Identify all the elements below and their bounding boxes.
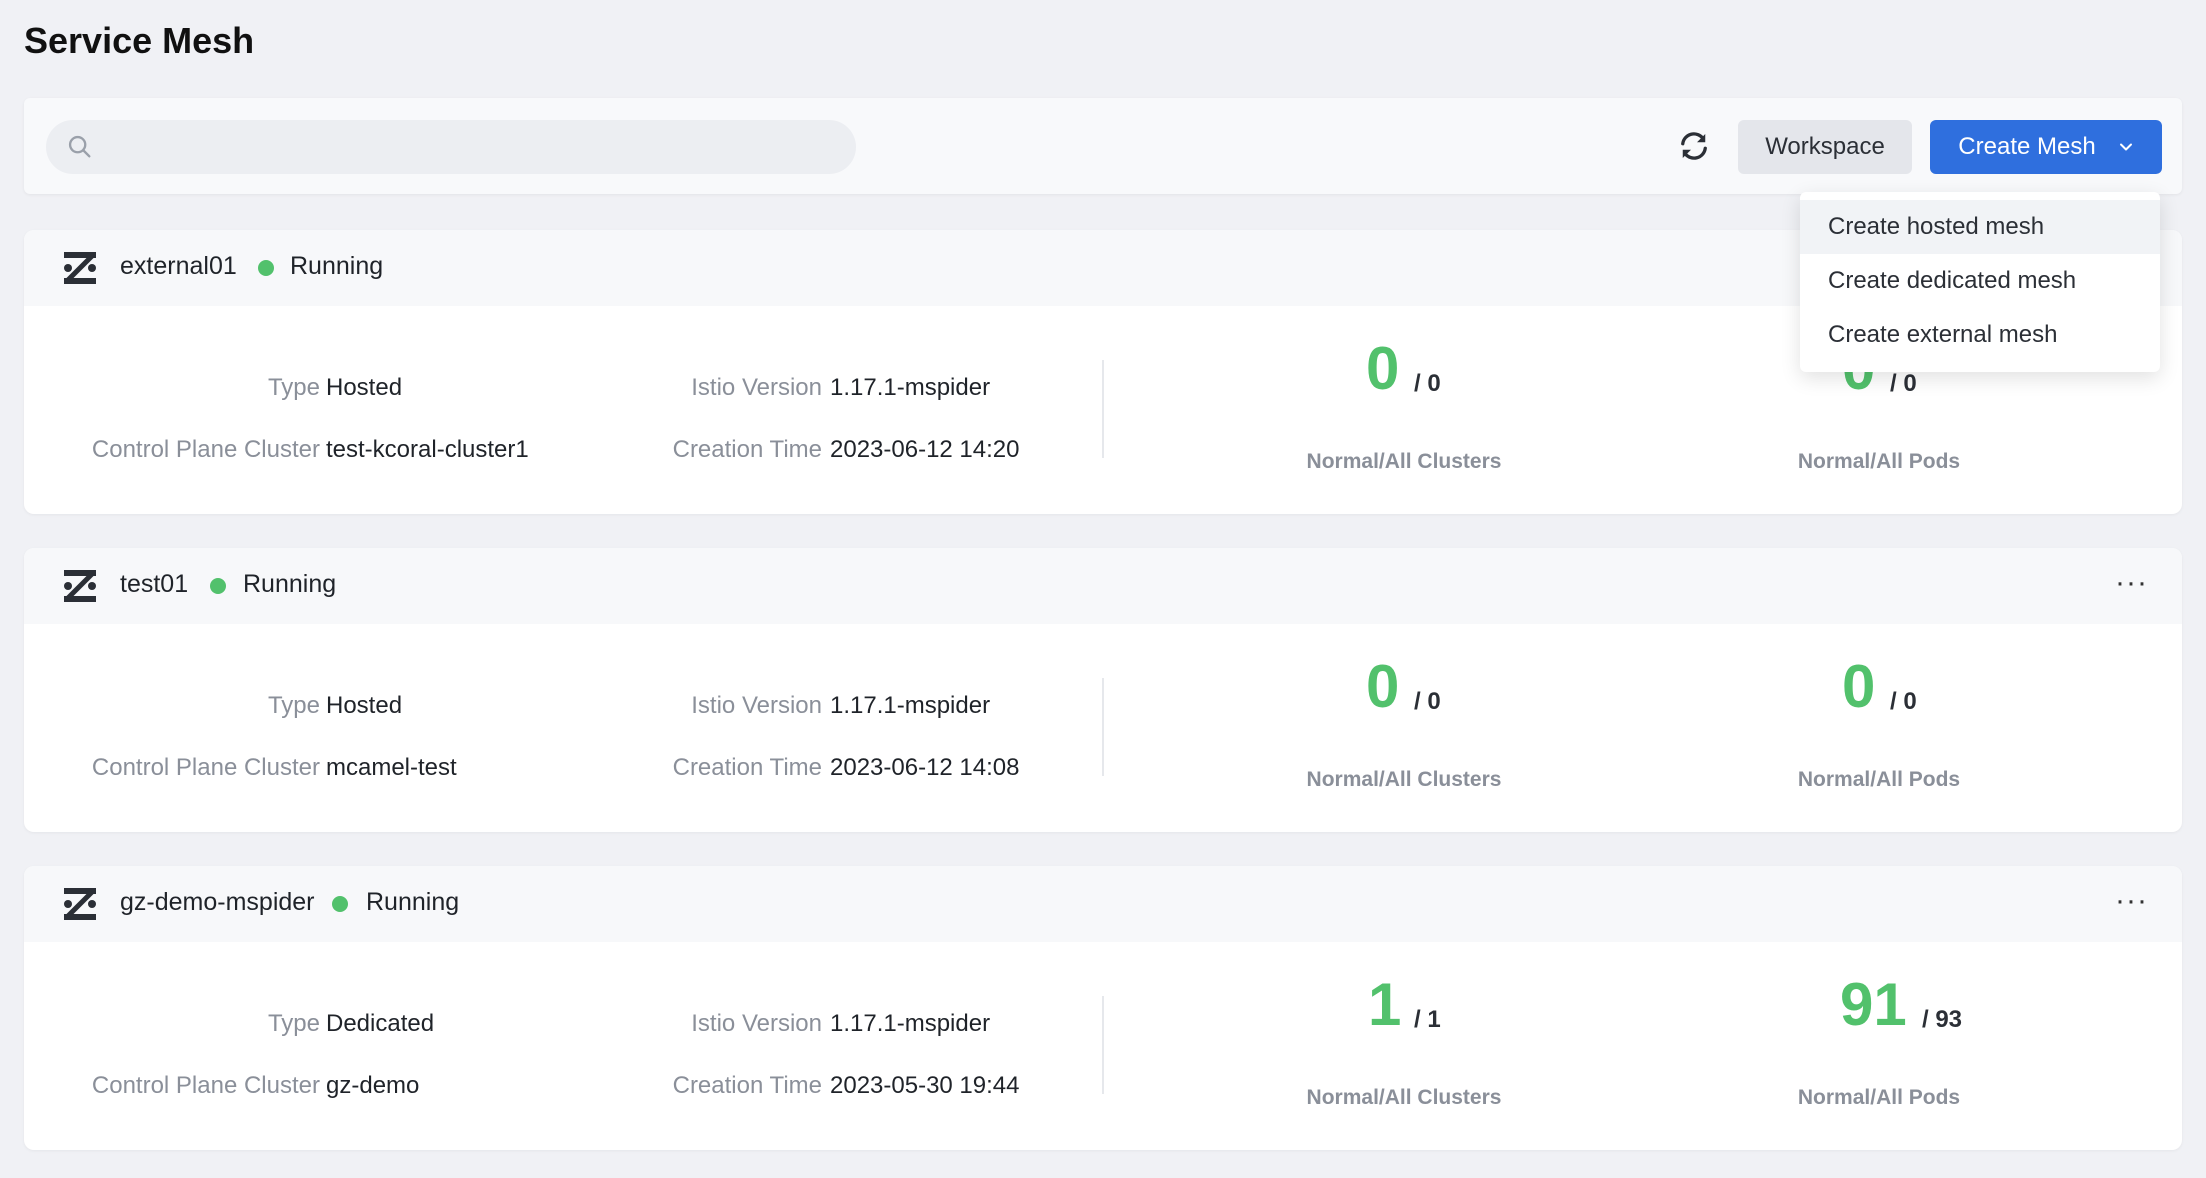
status-text: Running — [366, 888, 460, 916]
mesh-name[interactable]: external01 — [120, 252, 237, 281]
pods-all-count: / 0 — [1890, 688, 1917, 715]
mesh-icon — [64, 252, 96, 284]
creation-time-label: Creation Time — [672, 436, 822, 463]
status-dot — [210, 578, 226, 594]
clusters-all-count: / 0 — [1414, 688, 1441, 715]
type-value: Dedicated — [326, 1010, 435, 1037]
divider — [1102, 996, 1104, 1094]
istio-version-value: 1.17.1-mspider — [830, 1010, 991, 1037]
mesh-icon — [64, 888, 96, 920]
clusters-stat-label: Normal/All Clusters — [1306, 768, 1502, 791]
istio-version-label: Istio Version — [691, 692, 822, 719]
mesh-card[interactable]: test01 Running ··· Type Hosted Control P… — [24, 548, 2182, 832]
clusters-normal-count: 1 — [1368, 971, 1402, 1038]
creation-time-label: Creation Time — [672, 1072, 822, 1099]
pods-all-count: / 93 — [1922, 1006, 1963, 1033]
refresh-icon — [1681, 132, 1707, 160]
create-mesh-label: Create Mesh — [1958, 133, 2096, 160]
more-actions-icon[interactable]: ··· — [2115, 884, 2148, 918]
status-dot — [258, 260, 274, 276]
menu-item-create-external-mesh[interactable]: Create external mesh — [1800, 308, 2160, 362]
pods-stat-label: Normal/All Pods — [1797, 768, 1961, 791]
cluster-label: Control Plane Cluster — [91, 1072, 320, 1099]
workspace-button[interactable]: Workspace — [1738, 120, 1912, 174]
pods-normal-count: 91 — [1840, 971, 1907, 1038]
creation-time-value: 2023-06-12 14:20 — [830, 436, 1020, 463]
cluster-label: Control Plane Cluster — [91, 436, 320, 463]
clusters-all-count: / 0 — [1414, 370, 1441, 397]
creation-time-label: Creation Time — [672, 754, 822, 781]
status-text: Running — [243, 570, 337, 598]
search-input[interactable] — [106, 120, 836, 174]
cluster-value: test-kcoral-cluster1 — [326, 436, 529, 463]
card-header: gz-demo-mspider Running ··· — [24, 866, 2182, 942]
mesh-icon — [64, 570, 96, 602]
more-actions-icon[interactable]: ··· — [2115, 566, 2148, 600]
clusters-normal-count: 0 — [1366, 335, 1400, 402]
menu-item-create-dedicated-mesh[interactable]: Create dedicated mesh — [1800, 254, 2160, 308]
refresh-button[interactable] — [1670, 122, 1718, 170]
search-icon — [68, 135, 91, 158]
creation-time-value: 2023-05-30 19:44 — [830, 1072, 1020, 1099]
menu-item-create-hosted-mesh[interactable]: Create hosted mesh — [1800, 200, 2160, 254]
clusters-stat-label: Normal/All Clusters — [1306, 1086, 1502, 1109]
clusters-all-count: / 1 — [1414, 1006, 1441, 1033]
status-text: Running — [290, 252, 384, 280]
pods-normal-count: 0 — [1842, 653, 1876, 720]
chevron-down-icon — [2119, 143, 2132, 151]
page-title: Service Mesh — [24, 20, 255, 61]
mesh-card[interactable]: gz-demo-mspider Running ··· Type Dedicat… — [24, 866, 2182, 1150]
search-box[interactable] — [46, 120, 856, 174]
toolbar: Workspace Create Mesh — [24, 98, 2182, 194]
status-dot — [332, 896, 348, 912]
istio-version-value: 1.17.1-mspider — [830, 374, 991, 401]
creation-time-value: 2023-06-12 14:08 — [830, 754, 1020, 781]
type-label: Type — [267, 374, 320, 401]
cluster-label: Control Plane Cluster — [91, 754, 320, 781]
mesh-name[interactable]: gz-demo-mspider — [120, 888, 315, 917]
pods-stat-label: Normal/All Pods — [1797, 450, 1961, 473]
clusters-stat-label: Normal/All Clusters — [1306, 450, 1502, 473]
type-value: Hosted — [326, 692, 403, 719]
istio-version-label: Istio Version — [691, 1010, 822, 1037]
type-label: Type — [267, 692, 320, 719]
cluster-value: mcamel-test — [326, 754, 457, 781]
mesh-name[interactable]: test01 — [120, 570, 188, 599]
create-mesh-button[interactable]: Create Mesh — [1930, 120, 2162, 174]
type-value: Hosted — [326, 374, 403, 401]
divider — [1102, 360, 1104, 458]
pods-all-count: / 0 — [1890, 370, 1917, 397]
type-label: Type — [267, 1010, 320, 1037]
istio-version-value: 1.17.1-mspider — [830, 692, 991, 719]
pods-stat-label: Normal/All Pods — [1797, 1086, 1961, 1109]
cluster-value: gz-demo — [326, 1072, 420, 1099]
clusters-normal-count: 0 — [1366, 653, 1400, 720]
divider — [1102, 678, 1104, 776]
istio-version-label: Istio Version — [691, 374, 822, 401]
card-header: test01 Running ··· — [24, 548, 2182, 624]
create-mesh-menu: Create hosted mesh Create dedicated mesh… — [1800, 192, 2160, 372]
